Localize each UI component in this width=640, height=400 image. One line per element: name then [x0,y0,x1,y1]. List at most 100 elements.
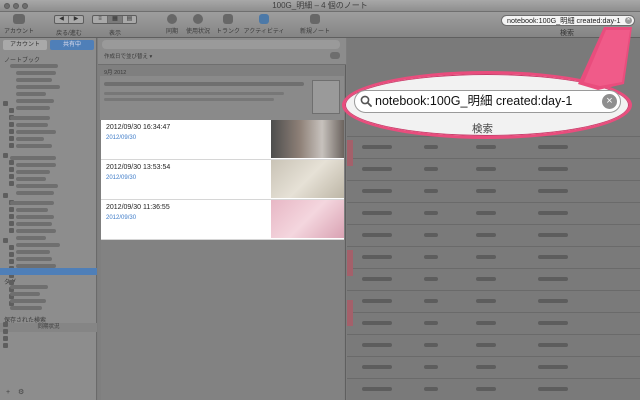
sidebar-item[interactable] [16,184,58,188]
clear-search-icon[interactable]: × [625,17,632,24]
note-item[interactable]: 2012/09/30 13:53:54 2012/09/30 [101,160,344,200]
back-icon[interactable]: ◀ [55,16,69,23]
list-view-icon[interactable]: ≡ [93,16,108,23]
sidebar-item[interactable] [16,236,46,240]
sidebar-item[interactable] [10,306,42,310]
new-note-button[interactable]: 新規ノート [298,14,332,35]
sidebar-item[interactable] [16,137,44,141]
table-cell [424,211,438,215]
sidebar-item[interactable] [16,177,46,181]
list-item[interactable] [100,76,344,121]
sidebar-item[interactable] [16,257,52,261]
sidebar-item[interactable] [10,285,48,289]
toolbar-search-query[interactable]: notebook:100G_明細 created:day-1 [507,16,625,25]
toolbar-search-field[interactable]: notebook:100G_明細 created:day-1 × [501,15,635,26]
tab-account[interactable]: アカウント [3,40,47,50]
notebooks-header[interactable]: ノートブック [4,55,40,64]
callout-search-query[interactable]: notebook:100G_明細 created:day-1 [375,91,600,112]
sync-status-label: 同期状況 [0,323,97,332]
tab-shared[interactable]: 共有中 [50,40,94,50]
sidebar-item[interactable] [16,92,46,96]
note-snippet-placeholder [104,92,284,95]
sidebar-item[interactable] [16,222,52,226]
sidebar-item[interactable] [16,208,48,212]
sync-button[interactable]: 同期 [160,14,184,35]
notebook-icon [9,174,14,179]
table-row [347,268,640,269]
sidebar-item[interactable] [16,85,60,89]
note-thumbnail [271,160,344,198]
table-cell [538,145,568,149]
notebook-icon [9,143,14,148]
table-cell [538,189,568,193]
notebook-icon [3,329,8,334]
callout-search-field[interactable]: notebook:100G_明細 created:day-1 × [354,90,621,113]
sidebar-item[interactable] [16,78,52,82]
add-icon[interactable]: + [6,389,12,396]
sidebar-item[interactable] [16,144,52,148]
notebook-icon [3,101,8,106]
sidebar-tabs: アカウント 共有中 [0,38,97,52]
table-cell [424,343,438,347]
note-datetime: 2012/09/30 13:53:54 [106,164,171,171]
clear-search-icon[interactable]: × [602,94,617,109]
snippet-view-icon[interactable]: ▦ [108,16,123,23]
back-forward-control[interactable]: ◀ ▶ [54,15,84,24]
sidebar-item[interactable] [16,99,54,103]
notebook-icon [9,245,14,250]
sidebar-item[interactable] [16,191,54,195]
sidebar-item[interactable] [16,106,50,110]
table-cell [538,211,568,215]
table-cell [424,189,438,193]
sidebar-item[interactable] [16,163,56,167]
card-view-icon[interactable]: ▤ [123,16,136,23]
note-list-filter-bar[interactable] [102,40,340,49]
selected-notebook-highlight[interactable] [0,268,97,275]
table-cell [362,277,392,281]
note-item[interactable]: 2012/09/30 11:36:55 2012/09/30 [101,200,344,240]
sort-dropdown[interactable]: 作成日で並び替え ▾ [104,52,152,60]
sidebar-item[interactable] [16,215,54,219]
notebook-icon [3,322,8,327]
sidebar-item[interactable] [10,156,56,160]
notebook-icon [9,136,14,141]
table-row [347,290,640,291]
trunk-button[interactable]: トランク [214,14,242,35]
notebook-icon [9,167,14,172]
table-cell [476,343,496,347]
table-cell [362,189,392,193]
sidebar-item[interactable] [10,116,50,120]
sidebar-item[interactable] [10,292,40,296]
toolbar-search-label: 検索 [560,30,574,37]
table-cell [538,365,568,369]
note-date: 2012/09/30 [106,215,137,221]
sidebar-item[interactable] [16,71,56,75]
sidebar-item[interactable] [10,64,58,68]
note-item[interactable]: 2012/09/30 16:34:47 2012/09/30 [101,120,344,160]
sidebar-item[interactable] [10,299,46,303]
sidebar-item[interactable] [16,250,50,254]
forward-icon[interactable]: ▶ [69,16,83,23]
sidebar-item[interactable] [16,229,56,233]
note-list-options-icon[interactable] [330,52,340,59]
table-cell [538,321,568,325]
sidebar-item[interactable] [16,170,50,174]
account-icon [13,14,25,24]
activity-button[interactable]: アクティビティ [242,14,286,35]
notebook-icon [9,181,14,186]
view-switcher[interactable]: ≡ ▦ ▤ [92,15,137,24]
account-button[interactable]: アカウント [4,14,34,35]
sidebar-item[interactable] [16,130,56,134]
sidebar-item[interactable] [16,123,48,127]
table-cell [362,299,392,303]
notebook-icon [3,336,8,341]
sidebar-item[interactable] [10,201,54,205]
note-datetime: 2012/09/30 16:34:47 [106,124,171,131]
gear-icon[interactable]: ⚙ [18,389,24,396]
usage-button[interactable]: 使用状況 [184,14,212,35]
table-cell [362,145,392,149]
table-cell [538,277,568,281]
sidebar-item[interactable] [16,243,60,247]
search-icon [360,95,372,107]
notebook-icon [9,129,14,134]
